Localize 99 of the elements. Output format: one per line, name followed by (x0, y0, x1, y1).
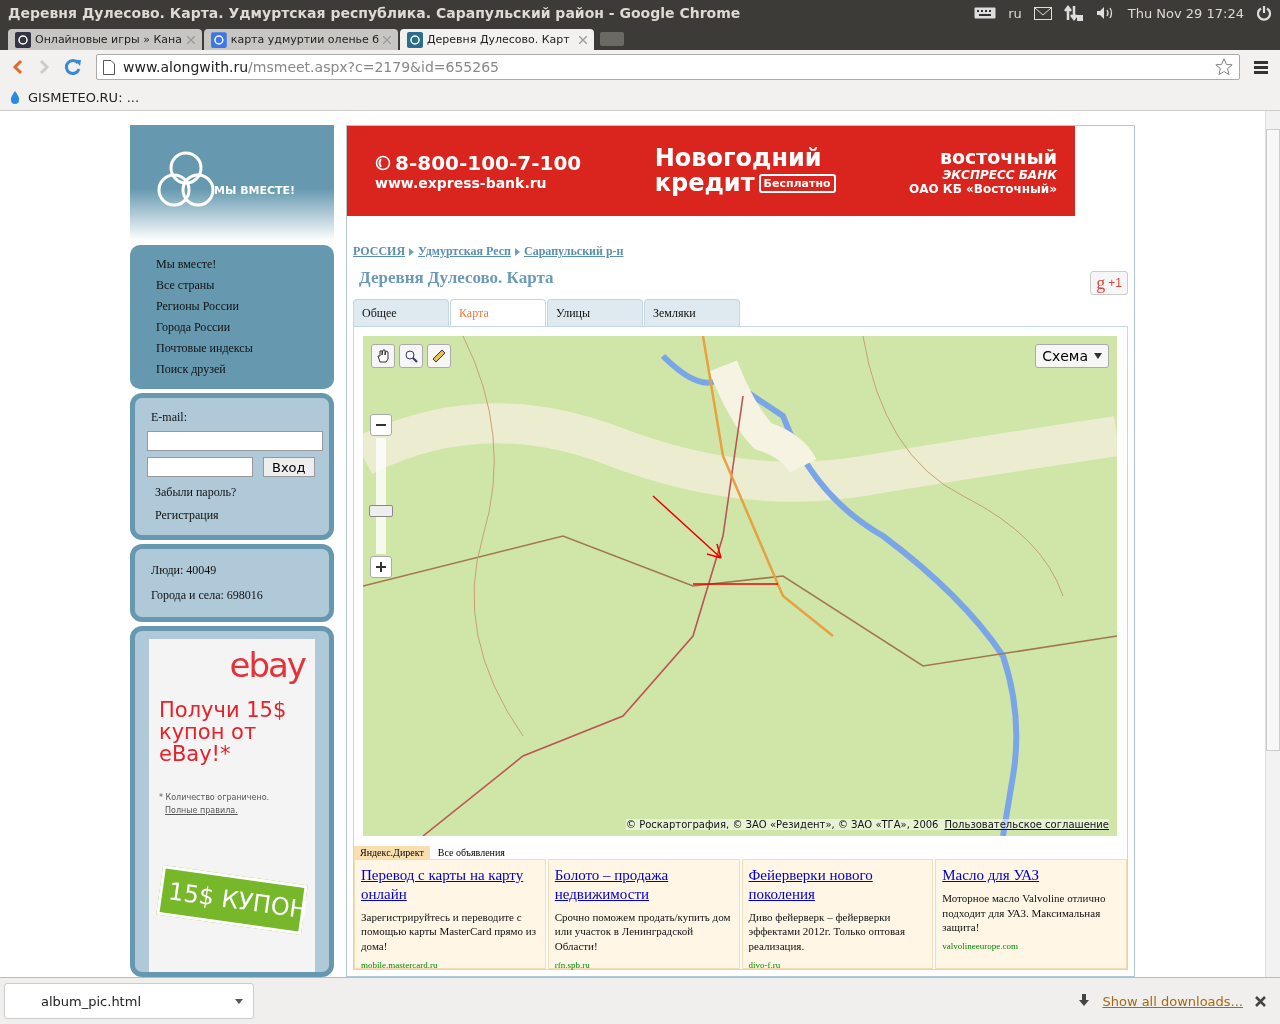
zoom-thumb[interactable] (369, 505, 393, 518)
zoom-in-button[interactable] (370, 556, 392, 578)
email-label: E-mail: (151, 410, 188, 425)
ad-note: * Количество ограничено. (159, 793, 271, 803)
mail-icon[interactable] (1033, 6, 1052, 20)
page-icon (103, 59, 115, 75)
ad-domain[interactable]: rfn.spb.ru (554, 960, 733, 971)
email-field[interactable] (147, 431, 323, 451)
ad-domain[interactable]: mobile.mastercard.ru (361, 960, 539, 971)
drop-icon (10, 90, 20, 104)
hand-icon (376, 349, 390, 363)
breadcrumb-link[interactable]: Сарапульский р-н (523, 244, 624, 259)
nav-link[interactable]: Мы вместе! (156, 257, 308, 272)
ad-title-link[interactable]: Масло для УАЗ (942, 866, 1120, 885)
banner-title: кредит (654, 171, 755, 197)
bank-banner[interactable]: 8-800-100-7-100 www.express-bank.ru Новогодний кредит Бесплатно восточный ЭКСПРЕСС БАНК ОАО КБ «Восточный» (347, 126, 1075, 216)
page-tab[interactable]: Общее (353, 299, 449, 326)
bank-brand: восточный (939, 146, 1057, 168)
page-tab[interactable]: Земляки (644, 299, 740, 326)
favicon-icon (407, 31, 423, 48)
nav-link[interactable]: Почтовые индексы (156, 341, 308, 356)
password-field[interactable] (147, 457, 253, 477)
rules-link[interactable]: Полные правила. (165, 806, 305, 816)
star-icon[interactable] (1215, 58, 1233, 76)
nav-link[interactable]: Поиск друзей (156, 362, 308, 377)
plus-one-button[interactable]: g +1 (1090, 271, 1128, 295)
separator-icon (514, 247, 520, 256)
login-link[interactable]: Регистрация (155, 508, 313, 523)
login-link[interactable]: Забыли пароль? (155, 485, 313, 500)
tab-title: карта удмуртии оленье б (230, 33, 380, 46)
banner-site: www.express-bank.ru (375, 175, 548, 191)
map-copyright: © Роскартография, © ЗАО «Резидент», © ЗАО «ТГА», 2006 (625, 819, 939, 830)
ruler-tool[interactable] (427, 344, 451, 368)
download-icon (1078, 994, 1091, 1008)
ad-domain[interactable]: valvolineeurope.com (942, 941, 1120, 952)
nav-link[interactable]: Регионы России (156, 299, 308, 314)
window-title: Деревня Дулесово. Карта. Удмуртская республика. Сарапульский район - Google Chrome (8, 5, 741, 21)
favicon-icon (211, 31, 227, 48)
bookmark[interactable]: GISMETEO.RU: ... (10, 89, 140, 105)
separator-icon (409, 247, 415, 256)
banner-title: Новогодний (654, 145, 823, 171)
magnifier-icon (404, 349, 418, 363)
tab-title: Онлайновые игры » Кана (35, 33, 183, 46)
all-ads-link[interactable]: Все объявления (437, 847, 505, 858)
ad-headline: Получи 15$ купон от eBay!* (159, 699, 288, 766)
ad-title-link[interactable]: Перевод с карты на карту онлайн (361, 866, 539, 904)
caret-icon (235, 998, 243, 1004)
download-item[interactable]: album_pic.html (4, 983, 254, 1019)
page-tab[interactable]: Улицы (547, 299, 643, 326)
map-view[interactable]: Схема © Роскартография, © ЗАО «Резидент», © ЗАО «ТГА», 2006 Пользовательское соглашение (363, 336, 1117, 836)
tab-title: Деревня Дулесово. Карт (427, 33, 571, 46)
ebay-banner[interactable]: ebay Получи 15$ купон от eBay!* * Количество ограничено. Полные правила. 15$ КУПОН (149, 639, 315, 972)
plus-icon (376, 562, 386, 572)
ad-text: Диво фейерверк – фейерверки эффектами 2012г. Только оптовая реализация. (748, 909, 906, 955)
browser-tab[interactable]: Деревня Дулесово. Карт (400, 29, 594, 50)
map-type-button[interactable]: Схема (1035, 344, 1109, 368)
ad-text: Зарегистрируйтесь и переводите с помощью карты MasterCard прямо из дома! (361, 909, 538, 955)
hand-tool[interactable] (371, 344, 395, 368)
ad-title-link[interactable]: Болото – продажа недвижимости (554, 866, 733, 904)
stat-text: Города и села: 698016 (151, 588, 264, 603)
clock[interactable]: Thu Nov 29 17:24 (1127, 5, 1244, 21)
favicon-icon (15, 31, 31, 48)
login-button[interactable]: Вход (263, 457, 315, 477)
scrollbar[interactable] (1265, 111, 1280, 977)
phone-icon (375, 155, 391, 171)
zoom-tool[interactable] (399, 344, 423, 368)
menu-icon[interactable] (1254, 60, 1268, 74)
nav-link[interactable]: Города России (156, 320, 308, 335)
ad-text: Моторное масло Valvoline отлично подходит для УАЗ. Максимальная защита! (942, 890, 1107, 936)
breadcrumb-link[interactable]: РОССИЯ (353, 244, 406, 259)
back-icon[interactable] (12, 59, 24, 75)
nav-link[interactable]: Все страны (156, 278, 308, 293)
bank-subtitle: ЭКСПРЕСС БАНК (942, 168, 1057, 182)
ad-text: Срочно поможем продать/купить дом или участок в Ленинградской Области! (554, 909, 732, 955)
ad-title-link[interactable]: Фейерверки нового поколения (748, 866, 927, 904)
agreement-link[interactable]: Пользовательское соглашение (944, 819, 1109, 830)
banner-phone: 8-800-100-7-100 (395, 151, 582, 175)
browser-tab[interactable]: Онлайновые игры » Кана (8, 29, 202, 50)
breadcrumb-link[interactable]: Удмуртская Респ (418, 244, 511, 259)
show-all-downloads-link[interactable]: Show all downloads... (1102, 993, 1243, 1009)
reload-icon[interactable] (64, 58, 82, 76)
zoom-out-button[interactable] (370, 414, 392, 436)
stat-text: Люди: 40049 (151, 563, 218, 578)
ad-domain[interactable]: divo-f.ru (748, 960, 927, 971)
network-icon[interactable] (1063, 4, 1084, 22)
page-title: Деревня Дулесово. Карта (359, 268, 554, 288)
direct-label[interactable]: Яндекс.Директ (354, 846, 430, 859)
ruler-icon (432, 349, 446, 363)
power-icon[interactable] (1256, 5, 1272, 21)
close-icon[interactable] (1255, 995, 1266, 1007)
keyboard-icon[interactable] (974, 7, 997, 19)
keyboard-layout[interactable]: ru (1008, 5, 1022, 21)
banner-badge: Бесплатно (758, 174, 836, 194)
bank-company: ОАО КБ «Восточный» (909, 182, 1057, 196)
ebay-logo: ebay (229, 645, 305, 685)
browser-tab[interactable]: карта удмуртии оленье б (204, 29, 398, 50)
coupon-card: 15$ КУПОН (156, 865, 308, 936)
caret-icon (1094, 353, 1102, 359)
address-bar[interactable]: www.alongwith.ru/msmeet.aspx?c=2179&id=655265 (96, 54, 1240, 80)
